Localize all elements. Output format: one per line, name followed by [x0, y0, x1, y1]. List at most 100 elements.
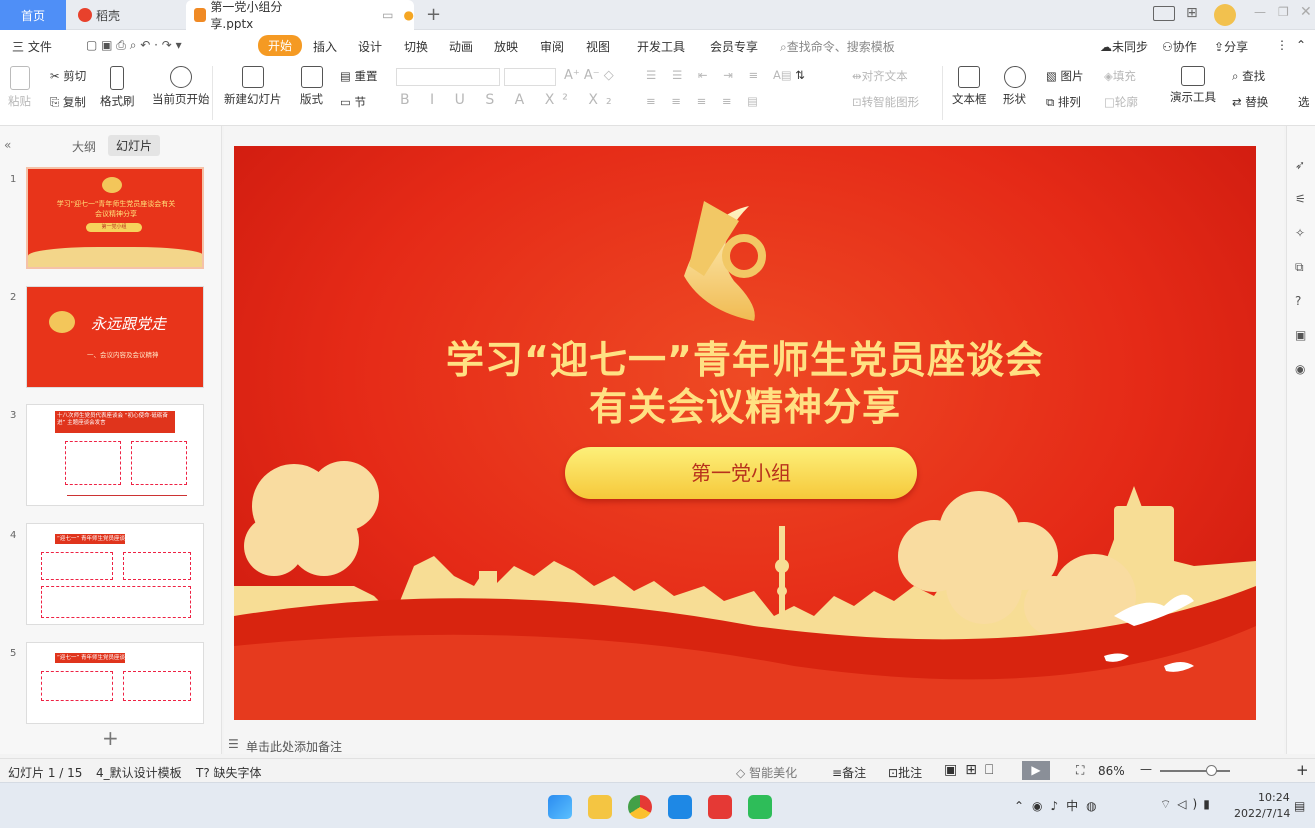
cut-button[interactable]: ✂ 剪切	[50, 68, 86, 84]
new-tab-button[interactable]: +	[426, 4, 441, 25]
presenter-tools-button[interactable]: 演示工具	[1170, 66, 1216, 105]
missing-font-button[interactable]: T? 缺失字体	[196, 764, 262, 781]
settings-sliders-icon[interactable]: ⚟	[1295, 192, 1306, 206]
notification-icon[interactable]: ▤	[1294, 799, 1305, 813]
comment-toggle[interactable]: ⊡批注	[888, 764, 922, 781]
windows-start-icon[interactable]	[548, 795, 572, 819]
collab-button[interactable]: ⚇协作	[1162, 38, 1197, 55]
tab-document[interactable]: 第一党小组分享.pptx ▭ ●	[186, 0, 414, 31]
iqiyi-icon[interactable]	[748, 795, 772, 819]
view-mode-icons[interactable]: ▣⊞⎕	[944, 762, 1001, 778]
sync-status[interactable]: ☁未同步	[1100, 38, 1148, 55]
location-icon[interactable]: ◉	[1295, 362, 1305, 376]
font-family-select[interactable]	[396, 68, 500, 86]
thumb-box	[123, 671, 191, 701]
fill-button[interactable]: ◈填充	[1104, 68, 1136, 84]
section-button[interactable]: ▭ 节	[340, 94, 366, 110]
network-volume-battery-icons[interactable]: ⌔◁)▮	[1160, 797, 1216, 812]
select-button[interactable]: 选	[1298, 94, 1310, 110]
collapse-panel-icon[interactable]: «	[4, 138, 11, 152]
arrange-button[interactable]: ⧉ 排列	[1046, 94, 1081, 110]
thumb-title: 学习"迎七一"青年师生党员座谈会有关会议精神分享	[56, 200, 176, 218]
paste-button[interactable]: 粘贴	[8, 66, 31, 109]
meeting-app-icon[interactable]	[668, 795, 692, 819]
new-slide-button[interactable]: 新建幻灯片	[224, 66, 282, 107]
collapse-ribbon-icon[interactable]: ⌃	[1296, 38, 1306, 52]
more-icon[interactable]: ⋮	[1276, 38, 1288, 52]
window-mode-icon[interactable]	[1153, 6, 1175, 21]
share-button[interactable]: ⇪分享	[1214, 38, 1248, 55]
tab-developer[interactable]: 开发工具	[637, 38, 685, 55]
zoom-in-button[interactable]: +	[1296, 761, 1309, 779]
reset-button[interactable]: ▤ 重置	[340, 68, 378, 84]
slide-thumb-2[interactable]: 永远跟党走 一、会议内容及会议精神	[26, 286, 204, 388]
tab-animation[interactable]: 动画	[449, 38, 473, 55]
close-button[interactable]: ✕	[1300, 4, 1312, 20]
tab-slideshow[interactable]: 放映	[494, 38, 518, 55]
tab-design[interactable]: 设计	[358, 38, 382, 55]
find-button[interactable]: ⌕ 查找	[1232, 68, 1265, 84]
template-name[interactable]: 4_默认设计模板	[96, 764, 182, 781]
layout-button[interactable]: 版式	[300, 66, 323, 107]
tab-insert[interactable]: 插入	[313, 38, 337, 55]
tab-start[interactable]: 开始	[258, 35, 303, 56]
replace-button[interactable]: ⇄ 替换	[1232, 94, 1268, 110]
copy-icon: ⎘	[50, 95, 60, 109]
text-format-buttons[interactable]: B I U S A X² X₂	[400, 92, 620, 108]
play-current-button[interactable]: 当前页开始	[152, 66, 210, 107]
grid-apps-icon[interactable]: ⊞	[1186, 5, 1198, 21]
notes-area[interactable]: ☰ 单击此处添加备注	[224, 734, 1284, 756]
add-slide-button[interactable]: +	[102, 726, 119, 750]
main-slide[interactable]: 学习“迎七一”青年师生党员座谈会 有关会议精神分享 第一党小组	[234, 146, 1256, 720]
smartart-button[interactable]: ⊡转智能图形	[852, 94, 919, 110]
avatar[interactable]	[1214, 4, 1236, 26]
zoom-level[interactable]: 86%	[1098, 764, 1125, 778]
tab-transition[interactable]: 切换	[404, 38, 428, 55]
chrome-icon[interactable]	[628, 795, 652, 819]
tab-member[interactable]: 会员专享	[710, 38, 758, 55]
image-tool-icon[interactable]: ▣	[1295, 328, 1306, 342]
tab-home[interactable]: 首页	[0, 0, 66, 30]
shape-button[interactable]: 形状	[1003, 66, 1026, 107]
picture-button[interactable]: ▧ 图片	[1046, 68, 1084, 84]
outline-button[interactable]: □轮廓	[1104, 94, 1138, 110]
tab-view[interactable]: 视图	[586, 38, 610, 55]
slide-thumb-5[interactable]: “迎七一” 青年师生党员座谈会	[26, 642, 204, 724]
copy-button[interactable]: ⎘ 复制	[50, 94, 86, 110]
play-slideshow-icon[interactable]: ▶	[1022, 761, 1050, 780]
system-tray-icons[interactable]: ⌃◉♪中◍	[1014, 797, 1105, 814]
slide-thumb-3[interactable]: 十八次师生党员代表座谈会 “初心使命·砥砺奋进” 主题座谈会发言	[26, 404, 204, 506]
notes-toggle[interactable]: ≡备注	[832, 764, 866, 781]
align-buttons[interactable]: ≡ ≡ ≡ ≡ ▤	[646, 94, 764, 108]
file-menu[interactable]: 三 文件	[12, 38, 52, 55]
align-text-button[interactable]: ⇹对齐文本	[852, 68, 908, 84]
tab-slides[interactable]: 幻灯片	[108, 135, 161, 156]
tab-review[interactable]: 审阅	[540, 38, 564, 55]
file-explorer-icon[interactable]	[588, 795, 612, 819]
slide-thumb-1[interactable]: 学习"迎七一"青年师生党员座谈会有关会议精神分享 第一党小组	[26, 167, 204, 269]
rocket-icon[interactable]: ➶	[1295, 158, 1305, 172]
fit-window-icon[interactable]: ⛶	[1076, 763, 1084, 778]
slide-thumb-4[interactable]: “迎七一” 青年师生党员座谈会	[26, 523, 204, 625]
maximize-button[interactable]: ❐	[1278, 5, 1289, 19]
screen-icon[interactable]: ▭	[382, 8, 393, 22]
pin-icon[interactable]: ✧	[1295, 226, 1305, 240]
quick-toolbar-icons[interactable]: ▢ ▣ ⎙ ⌕ ↶ · ↷ ▾	[86, 38, 182, 53]
zoom-slider-handle[interactable]	[1206, 765, 1217, 776]
zoom-out-button[interactable]: —	[1140, 762, 1152, 776]
format-painter-button[interactable]: 格式刷	[100, 66, 135, 109]
command-search[interactable]: ⌕查找命令、搜索模板	[780, 38, 895, 55]
copy-layer-icon[interactable]: ⧉	[1295, 260, 1304, 275]
text-direction-icons[interactable]: A▤ ⇅	[773, 68, 805, 82]
minimize-button[interactable]: —	[1254, 5, 1266, 19]
help-icon[interactable]: ?	[1295, 294, 1301, 308]
textbox-button[interactable]: 文本框	[952, 66, 987, 107]
wps-icon[interactable]	[708, 795, 732, 819]
tab-daoke[interactable]: 稻壳	[66, 0, 184, 30]
font-size-select[interactable]	[504, 68, 556, 86]
list-buttons[interactable]: ☰ ☰ ⇤ ⇥ ≡	[646, 68, 764, 82]
tab-outline[interactable]: 大纲	[72, 138, 96, 155]
beautify-button[interactable]: ◇ 智能美化	[736, 764, 797, 781]
font-size-buttons[interactable]: A⁺ A⁻ ◇	[564, 68, 614, 83]
zoom-slider[interactable]	[1160, 770, 1230, 772]
